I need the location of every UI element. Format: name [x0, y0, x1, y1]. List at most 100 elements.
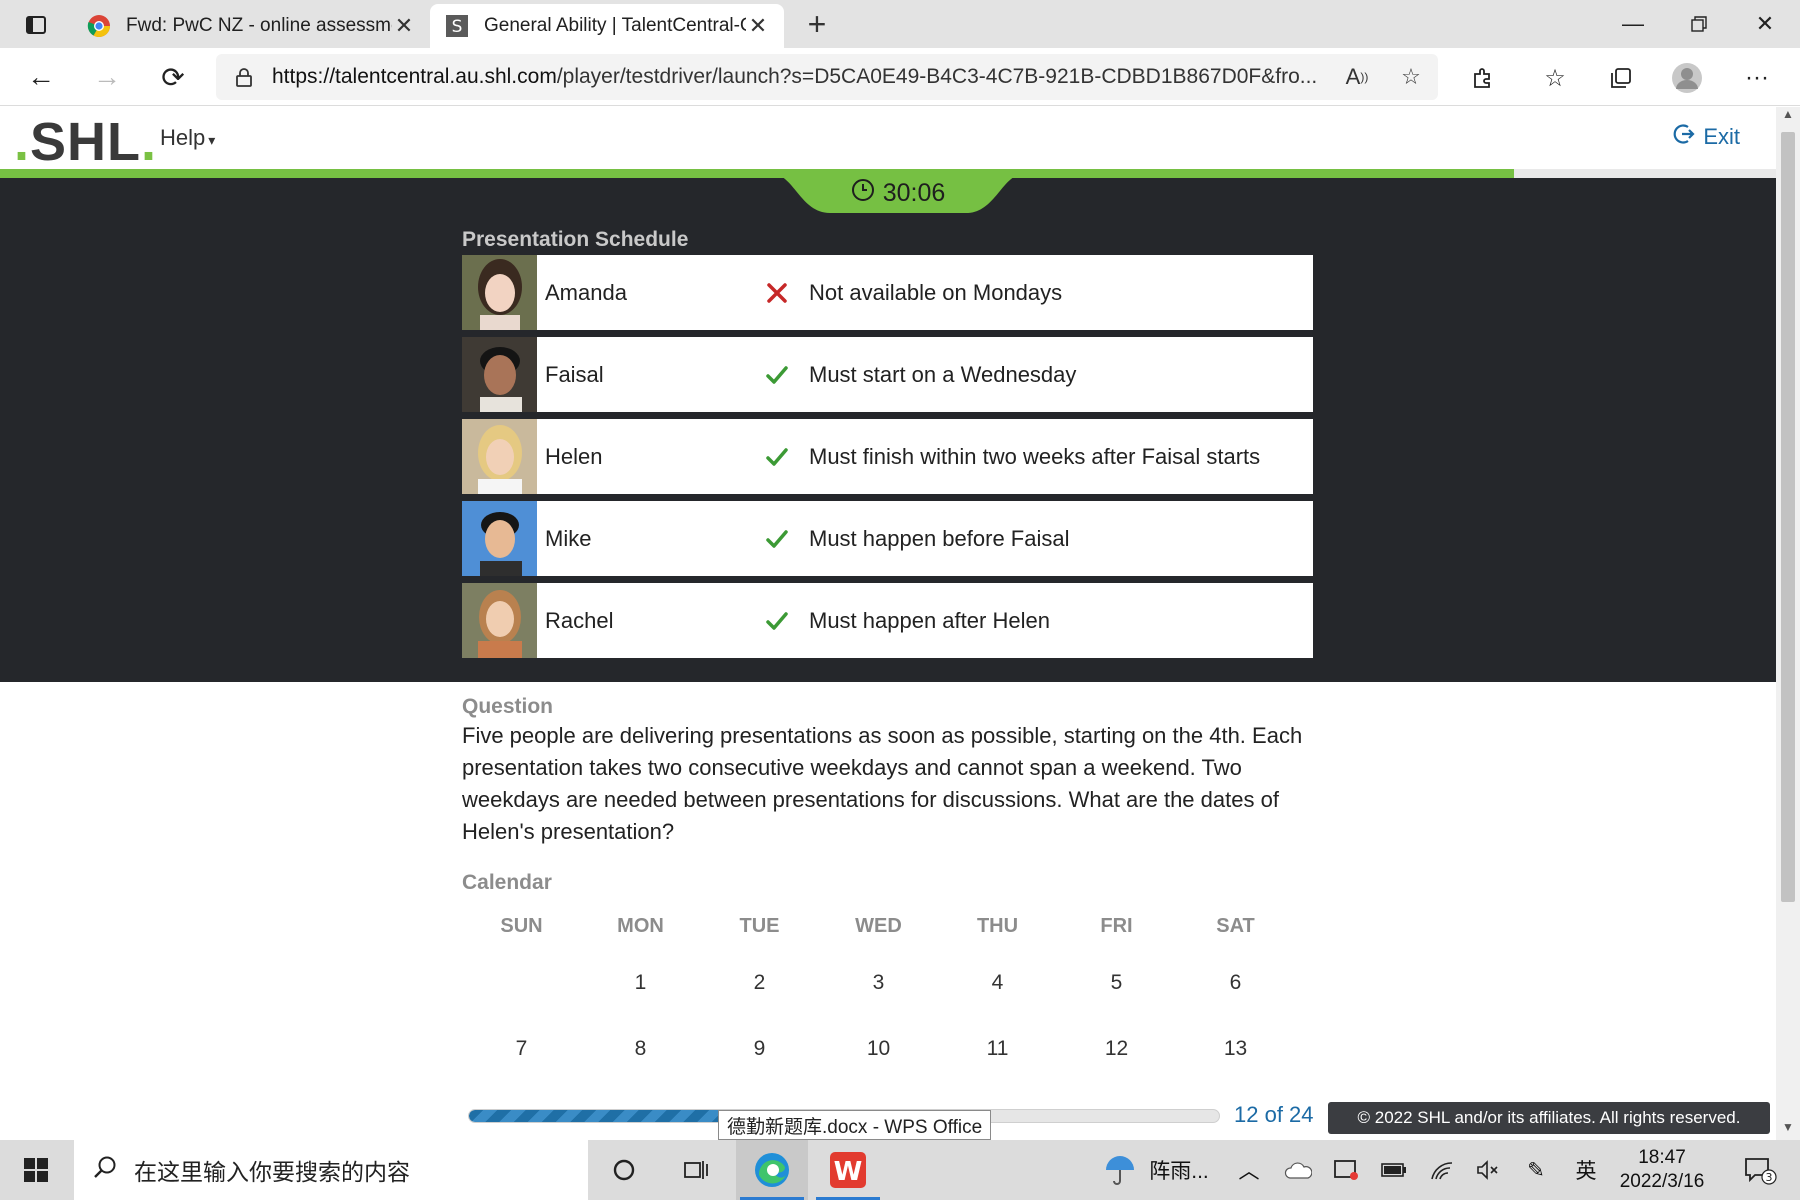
help-menu[interactable]: Help ▾: [160, 125, 215, 151]
scroll-down-icon[interactable]: ▼: [1776, 1120, 1800, 1140]
rachel-photo: [462, 583, 537, 658]
address-bar[interactable]: https://talentcentral.au.shl.com/player/…: [216, 54, 1438, 100]
restore-icon[interactable]: [1666, 0, 1732, 48]
calendar-day[interactable]: 5: [1057, 971, 1176, 995]
check-icon: [757, 527, 797, 551]
wifi-icon[interactable]: [1422, 1140, 1462, 1200]
weekday-header: WED: [855, 914, 902, 937]
shl-favicon-icon: S: [444, 13, 470, 39]
calendar-day[interactable]: 1: [581, 971, 700, 995]
time-bar-remaining: [1514, 169, 1776, 178]
onedrive-icon[interactable]: [1278, 1140, 1318, 1200]
calendar-day[interactable]: 8: [581, 1037, 700, 1061]
tray-expand-icon[interactable]: ︿: [1232, 1140, 1266, 1200]
help-label: Help: [160, 125, 206, 150]
taskbar-clock[interactable]: 18:47 2022/3/16: [1610, 1146, 1714, 1194]
shl-header: .SHL. Help ▾ Exit: [0, 107, 1776, 172]
clock-icon: [851, 178, 875, 209]
task-view-icon[interactable]: [660, 1140, 732, 1200]
add-favorite-icon[interactable]: ☆: [1384, 64, 1438, 90]
tab-title: General Ability | TalentCentral-Candidat…: [484, 15, 746, 36]
cross-icon: [757, 281, 797, 305]
person-name: Amanda: [545, 279, 627, 305]
minimize-icon[interactable]: —: [1600, 0, 1666, 48]
calendar-label: Calendar: [462, 871, 552, 894]
check-icon: [757, 445, 797, 469]
person-name: Mike: [545, 525, 592, 551]
helen-photo: [462, 419, 537, 494]
tab-close-icon[interactable]: ✕: [746, 13, 770, 39]
profile-avatar-icon[interactable]: [1668, 60, 1706, 96]
collections-icon[interactable]: [1602, 60, 1640, 96]
weather-text[interactable]: 阵雨...: [1144, 1140, 1214, 1200]
schedule-row-faisal: Faisal Must start on a Wednesday: [462, 337, 1313, 412]
weekday-header: FRI: [1100, 914, 1133, 937]
tab-actions-icon[interactable]: [16, 10, 56, 40]
back-icon[interactable]: ←: [20, 56, 62, 98]
refresh-icon[interactable]: ⟳: [152, 56, 194, 98]
battery-icon[interactable]: [1374, 1140, 1414, 1200]
browser-tab-talentcentral[interactable]: S General Ability | TalentCentral-Candid…: [430, 4, 784, 48]
schedule-row-amanda: Amanda Not available on Mondays: [462, 255, 1313, 330]
browser-tab-email[interactable]: Fwd: PwC NZ - online assessment ✕: [72, 4, 430, 48]
read-aloud-icon[interactable]: A)): [1330, 64, 1384, 90]
schedule-row-helen: Helen Must finish within two weeks after…: [462, 419, 1313, 494]
check-icon: [757, 609, 797, 633]
calendar-day[interactable]: 9: [700, 1037, 819, 1061]
window-close-icon[interactable]: ✕: [1732, 0, 1798, 48]
tab-close-icon[interactable]: ✕: [392, 13, 416, 39]
pen-icon[interactable]: ✎: [1516, 1140, 1556, 1200]
logo-text: SHL: [30, 112, 142, 172]
calendar-day[interactable]: 3: [819, 971, 938, 995]
calendar-day[interactable]: 12: [1057, 1037, 1176, 1061]
calendar-week-row: 1 2 3 4 5 6: [462, 950, 1296, 1016]
edge-app-icon[interactable]: [736, 1140, 808, 1200]
favorites-icon[interactable]: ☆: [1536, 60, 1574, 96]
cortana-icon[interactable]: [588, 1140, 660, 1200]
notification-center-icon[interactable]: 3: [1732, 1140, 1788, 1200]
taskbar-tooltip: 德勤新题库.docx - WPS Office: [718, 1110, 992, 1140]
copyright-notice: © 2022 SHL and/or its affiliates. All ri…: [1328, 1102, 1770, 1134]
calendar-day[interactable]: 13: [1176, 1037, 1295, 1061]
search-icon: [92, 1154, 118, 1186]
browser-tab-strip: Fwd: PwC NZ - online assessment ✕ S Gene…: [0, 0, 1800, 48]
check-icon: [757, 363, 797, 387]
page-scrollbar[interactable]: ▲ ▼: [1776, 107, 1800, 1140]
constraint-text: Must finish within two weeks after Faisa…: [809, 443, 1261, 469]
constraint-text: Must happen after Helen: [809, 607, 1050, 633]
windows-start-icon[interactable]: [0, 1140, 72, 1200]
calendar-day[interactable]: 11: [938, 1037, 1057, 1061]
scroll-thumb[interactable]: [1781, 132, 1795, 902]
question-text: Five people are delivering presentations…: [462, 723, 1303, 844]
lock-icon[interactable]: [216, 67, 272, 87]
exit-button[interactable]: Exit: [1673, 123, 1740, 151]
weather-umbrella-icon[interactable]: [1096, 1140, 1144, 1200]
security-alert-icon[interactable]: [1326, 1140, 1366, 1200]
calendar-day[interactable]: 6: [1176, 971, 1295, 995]
notification-count: 3: [1766, 1171, 1773, 1184]
new-tab-button[interactable]: +: [800, 8, 834, 42]
weekday-header: SUN: [500, 914, 543, 937]
taskbar-search-box[interactable]: 在这里输入你要搜索的内容: [74, 1140, 588, 1200]
extensions-icon[interactable]: [1464, 60, 1502, 96]
person-name: Helen: [545, 443, 603, 469]
tab-title: Fwd: PwC NZ - online assessment: [126, 15, 392, 36]
forward-icon[interactable]: →: [86, 56, 128, 98]
url-text[interactable]: https://talentcentral.au.shl.com/player/…: [272, 65, 1330, 89]
scroll-up-icon[interactable]: ▲: [1776, 107, 1800, 127]
chrome-favicon-icon: [86, 13, 112, 39]
ime-indicator[interactable]: 英: [1566, 1140, 1606, 1200]
calendar-day[interactable]: 7: [462, 1037, 581, 1061]
exit-icon: [1673, 123, 1695, 151]
logo-dot: .: [14, 112, 31, 172]
clock-date: 2022/3/16: [1619, 1171, 1705, 1192]
schedule-row-mike: Mike Must happen before Faisal: [462, 501, 1313, 576]
calendar-day[interactable]: 2: [700, 971, 819, 995]
wps-app-icon[interactable]: W: [812, 1140, 884, 1200]
volume-muted-icon[interactable]: [1468, 1140, 1508, 1200]
calendar-day[interactable]: 4: [938, 971, 1057, 995]
calendar-day[interactable]: 10: [819, 1037, 938, 1061]
exit-label: Exit: [1703, 124, 1740, 149]
more-menu-icon[interactable]: ···: [1738, 60, 1776, 96]
mike-photo: [462, 501, 537, 576]
